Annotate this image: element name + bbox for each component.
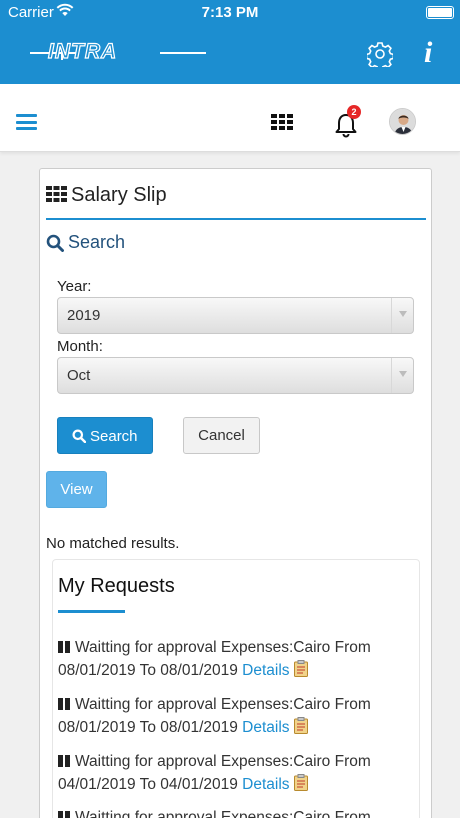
month-label: Month: [57,338,103,355]
search-button[interactable]: Search [57,417,153,454]
request-text: Waitting for approval Expenses:Cairo Fro… [58,696,371,736]
clipboard-icon[interactable] [293,774,308,791]
search-icon [46,234,64,252]
clock: 7:13 PM [201,4,259,21]
avatar[interactable] [389,108,416,135]
no-results-message: No matched results. [46,535,180,552]
search-heading: Search [68,232,126,252]
chevron-down-icon [391,358,413,393]
month-select[interactable]: Oct [57,357,414,394]
year-value: 2019 [67,307,101,324]
list-item: Waitting for approval Expenses:Cairo Fro… [58,806,408,818]
apps-grid-icon[interactable] [271,114,293,130]
request-text: Waitting for approval Expenses:Cairo Fro… [58,639,371,679]
year-select[interactable]: 2019 [57,297,414,334]
clipboard-icon[interactable] [293,660,308,677]
battery-icon [426,6,454,19]
request-text: Waitting for approval Expenses:Cairo Fro… [58,753,371,793]
pause-icon [58,811,63,818]
year-label: Year: [57,278,92,295]
search-icon [72,429,86,443]
search-button-label: Search [90,428,138,445]
page-title: Salary Slip [71,184,167,206]
app-header: Carrier 7:13 PM INTRA i [0,0,460,84]
pause-icon [58,641,63,653]
request-text: Waitting for approval Expenses:Cairo Fro… [75,809,371,818]
notification-badge: 2 [347,105,361,119]
clipboard-icon[interactable] [293,717,308,734]
month-value: Oct [67,367,91,384]
list-item: Waitting for approval Expenses:Cairo Fro… [58,636,408,682]
details-link[interactable]: Details [242,719,289,736]
app-logo: INTRA [47,39,118,63]
list-item: Waitting for approval Expenses:Cairo Fro… [58,750,408,796]
view-button[interactable]: View [46,471,107,508]
info-icon[interactable]: i [424,36,432,70]
gear-icon[interactable] [367,41,393,67]
grid-icon [46,186,67,202]
details-link[interactable]: Details [242,662,289,679]
menu-icon[interactable] [16,114,37,130]
list-item: Waitting for approval Expenses:Cairo Fro… [58,693,408,739]
pause-icon [58,698,63,710]
cancel-button[interactable]: Cancel [183,417,260,454]
requests-divider [58,610,125,613]
status-bar: Carrier 7:13 PM [0,0,460,24]
details-link[interactable]: Details [242,776,289,793]
title-divider [46,218,426,220]
requests-title: My Requests [58,575,175,597]
pause-icon [58,755,63,767]
chevron-down-icon [391,298,413,333]
